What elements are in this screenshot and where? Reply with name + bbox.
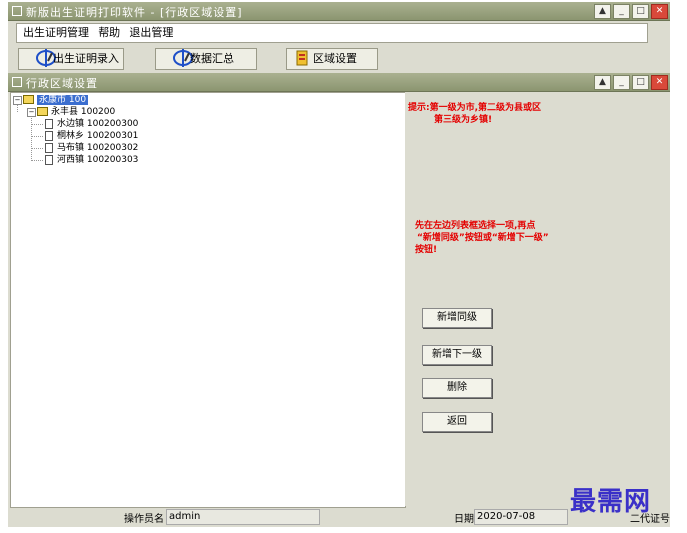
tree-node-town[interactable]: 桐林乡 100200301 (45, 130, 138, 142)
subwindow-title-bar: 行政区域设置 ▲ _ □ ✕ (8, 73, 670, 92)
folder-open-icon (37, 107, 48, 116)
back-button[interactable]: 返回 (422, 412, 492, 432)
hint-text: 提示:第一级为市,第二级为县或区 (408, 103, 542, 113)
restore-icon[interactable]: ▲ (594, 4, 611, 19)
watermark-logo: 最需网 (570, 487, 652, 517)
title-bar: 新版出生证明打印软件 - [行政区域设置] ▲ _ □ ✕ (8, 2, 670, 21)
document-icon (45, 142, 53, 153)
subwindow-close-icon[interactable]: ✕ (651, 75, 668, 90)
right-panel: 提示:第一级为市,第二级为县或区 第三级为乡镇! 先在左边列表框选择一项,再点 … (405, 92, 668, 506)
tree-node-town-label: 河西镇 100200303 (57, 155, 139, 165)
birth-entry-button[interactable]: 出生证明录入 (18, 48, 124, 70)
instruction-text: 先在左边列表框选择一项,再点 (415, 221, 536, 231)
tree-node-root-label: 永康市 100 (37, 95, 89, 105)
menu-exit-management[interactable]: 退出管理 (129, 24, 173, 42)
window-title: 新版出生证明打印软件 - [行政区域设置] (26, 6, 243, 19)
app-window: 新版出生证明打印软件 - [行政区域设置] ▲ _ □ ✕ 出生证明管理 帮助 … (8, 2, 670, 527)
menu-bar: 出生证明管理 帮助 退出管理 (16, 23, 648, 43)
tree-node-town-label: 水边镇 100200300 (57, 119, 139, 129)
birth-entry-label: 出生证明录入 (53, 52, 119, 65)
add-child-button[interactable]: 新增下一级 (422, 345, 492, 365)
add-sibling-button[interactable]: 新增同级 (422, 308, 492, 328)
subwindow-maximize-icon[interactable]: □ (632, 75, 649, 90)
region-settings-icon (296, 50, 308, 66)
operator-value: admin (166, 509, 320, 525)
subwindow-restore-icon[interactable]: ▲ (594, 75, 611, 90)
date-label: 日期 (454, 514, 474, 525)
data-summary-button[interactable]: 数据汇总 (155, 48, 257, 70)
tree-node-town[interactable]: 河西镇 100200303 (45, 154, 138, 166)
hint-text: 第三级为乡镇! (434, 115, 493, 125)
tree-node-root[interactable]: 永康市 100 (23, 94, 89, 106)
tree-node-county[interactable]: 永丰县 100200 (37, 106, 115, 118)
root-expand-icon[interactable]: − (13, 96, 22, 105)
maximize-icon[interactable]: □ (632, 4, 649, 19)
tree-node-town[interactable]: 水边镇 100200300 (45, 118, 138, 130)
county-expand-icon[interactable]: − (27, 108, 36, 117)
tree-node-county-label: 永丰县 100200 (51, 107, 116, 117)
instruction-text: “新增同级”按钮或“新增下一级” (417, 233, 549, 243)
subwindow-title: 行政区域设置 (26, 77, 98, 90)
data-summary-label: 数据汇总 (190, 52, 234, 65)
date-value: 2020-07-08 (474, 509, 568, 525)
close-icon[interactable]: ✕ (651, 4, 668, 19)
toolbar: 出生证明录入 数据汇总 区域设置 (8, 46, 670, 70)
folder-open-icon (23, 95, 34, 104)
subwindow-menu-icon[interactable] (12, 77, 22, 87)
minimize-icon[interactable]: _ (613, 4, 630, 19)
region-tree[interactable]: − 永康市 100 − 永丰县 100200 水边镇 100200300 桐林乡… (10, 92, 406, 508)
menu-help[interactable]: 帮助 (98, 24, 120, 42)
document-icon (45, 118, 53, 129)
tree-node-town[interactable]: 马布镇 100200302 (45, 142, 138, 154)
tree-node-town-label: 桐林乡 100200301 (57, 131, 139, 141)
subwindow-minimize-icon[interactable]: _ (613, 75, 630, 90)
tree-node-town-label: 马布镇 100200302 (57, 143, 139, 153)
delete-button[interactable]: 删除 (422, 378, 492, 398)
system-menu-icon[interactable] (12, 6, 22, 16)
region-settings-button[interactable]: 区域设置 (286, 48, 378, 70)
instruction-text: 按钮! (415, 245, 438, 255)
document-icon (45, 130, 53, 141)
menu-birth-certificate-management[interactable]: 出生证明管理 (23, 24, 89, 42)
document-icon (45, 154, 53, 165)
operator-label: 操作员名 (124, 514, 164, 525)
region-settings-label: 区域设置 (313, 52, 357, 65)
